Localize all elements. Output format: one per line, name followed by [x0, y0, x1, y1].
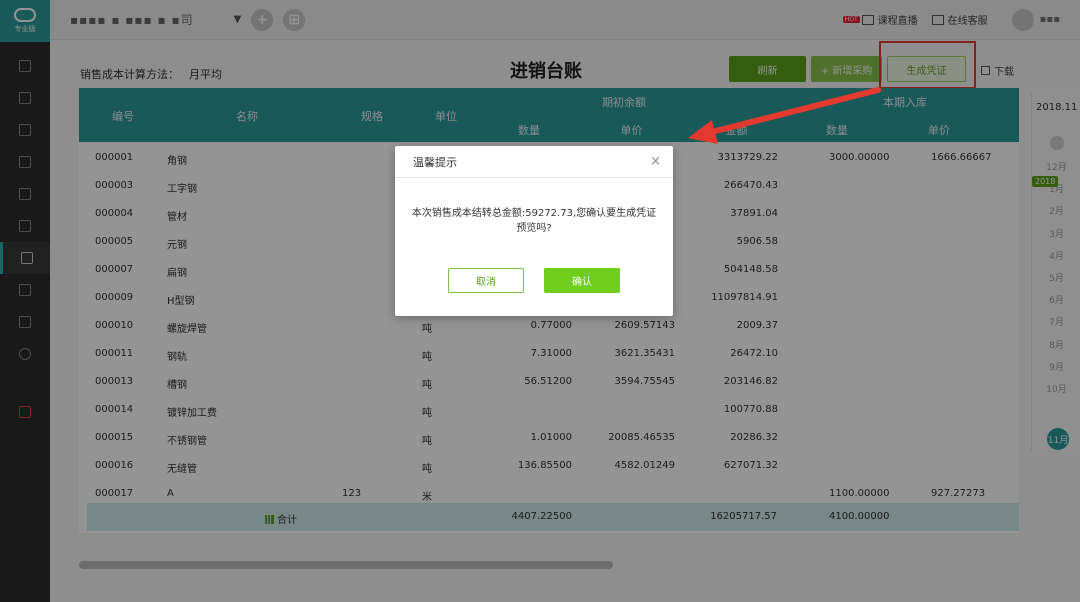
dialog-title: 温馨提示 [413, 155, 457, 169]
close-icon[interactable]: × [650, 154, 661, 169]
confirm-dialog: 温馨提示 × 本次销售成本结转总金额:59272.73,您确认要生成凭证预览吗?… [395, 146, 673, 316]
dialog-header: 温馨提示 × [395, 146, 673, 178]
confirm-button[interactable]: 确认 [544, 268, 620, 293]
dialog-message: 本次销售成本结转总金额:59272.73,您确认要生成凭证预览吗? [411, 208, 657, 234]
cancel-button[interactable]: 取消 [448, 268, 524, 293]
